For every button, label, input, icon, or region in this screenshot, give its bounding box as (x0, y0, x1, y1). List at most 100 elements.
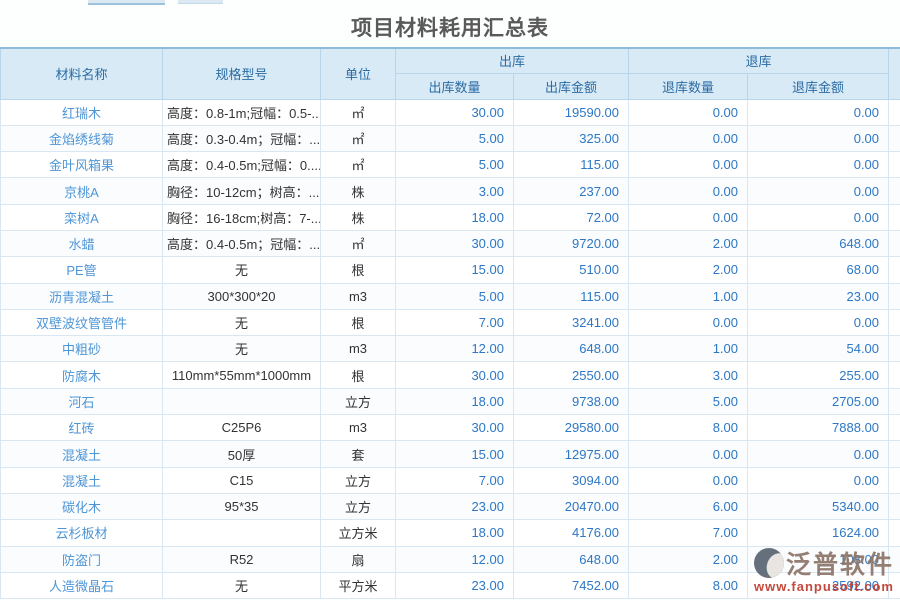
cell-return-amount: 0.00 (748, 441, 889, 467)
cell-outbound-amount: 20470.00 (514, 493, 629, 519)
cell-outbound-amount: 325.00 (514, 125, 629, 151)
cell-spec: 无 (163, 572, 321, 598)
cell-material-name[interactable]: 红砖 (1, 415, 163, 441)
cell-material-name[interactable]: 防盗门 (1, 546, 163, 572)
cell-return-qty: 0.00 (629, 467, 748, 493)
table-row: 水蜡 高度：0.4-0.5m；冠幅：... ㎡ 30.00 9720.00 2.… (1, 230, 900, 256)
cell-edge-spacer (889, 441, 900, 467)
cell-material-name[interactable]: 红瑞木 (1, 99, 163, 125)
cell-return-qty: 0.00 (629, 99, 748, 125)
cell-outbound-amount: 510.00 (514, 257, 629, 283)
cell-return-qty: 2.00 (629, 257, 748, 283)
cell-return-qty: 8.00 (629, 415, 748, 441)
table-body: 红瑞木 高度：0.8-1m;冠幅：0.5-... ㎡ 30.00 19590.0… (1, 99, 900, 599)
cell-material-name[interactable]: 人造微晶石 (1, 572, 163, 598)
col-group-outbound: 出库 (396, 48, 629, 73)
cell-return-qty: 1.00 (629, 336, 748, 362)
cell-spec: C15 (163, 467, 321, 493)
table-header: 材料名称 规格型号 单位 出库 退库 出库数量 出库金额 退库数量 退库金额 (1, 48, 900, 99)
cell-unit: 立方米 (321, 520, 396, 546)
col-header-outbound-qty: 出库数量 (396, 73, 514, 99)
cell-edge-spacer (889, 283, 900, 309)
cell-material-name[interactable]: 河石 (1, 388, 163, 414)
cell-return-qty: 7.00 (629, 520, 748, 546)
cell-unit: 株 (321, 204, 396, 230)
cell-spec: 300*300*20 (163, 283, 321, 309)
col-header-outbound-amount: 出库金额 (514, 73, 629, 99)
cell-unit: ㎡ (321, 125, 396, 151)
cell-material-name[interactable]: 栾树A (1, 204, 163, 230)
cell-edge-spacer (889, 125, 900, 151)
cell-outbound-amount: 237.00 (514, 178, 629, 204)
cell-return-amount: 68.00 (748, 257, 889, 283)
table-row: 红砖 C25P6 m3 30.00 29580.00 8.00 7888.00 (1, 415, 900, 441)
cell-spec: 无 (163, 309, 321, 335)
cell-unit: ㎡ (321, 152, 396, 178)
cell-material-name[interactable]: 水蜡 (1, 230, 163, 256)
cell-material-name[interactable]: 防腐木 (1, 362, 163, 388)
table-row: 沥青混凝土 300*300*20 m3 5.00 115.00 1.00 23.… (1, 283, 900, 309)
table-row: 红瑞木 高度：0.8-1m;冠幅：0.5-... ㎡ 30.00 19590.0… (1, 99, 900, 125)
cell-material-name[interactable]: 金叶风箱果 (1, 152, 163, 178)
cell-edge-spacer (889, 230, 900, 256)
cell-return-amount: 0.00 (748, 125, 889, 151)
cell-unit: 立方 (321, 467, 396, 493)
cell-return-qty: 0.00 (629, 152, 748, 178)
cell-outbound-amount: 648.00 (514, 336, 629, 362)
cell-outbound-qty: 5.00 (396, 283, 514, 309)
cell-edge-spacer (889, 546, 900, 572)
cell-material-name[interactable]: 中粗砂 (1, 336, 163, 362)
cell-edge-spacer (889, 362, 900, 388)
table-row: 混凝土 50厚 套 15.00 12975.00 0.00 0.00 (1, 441, 900, 467)
partial-top-button-1[interactable] (88, 0, 165, 5)
cell-return-qty: 5.00 (629, 388, 748, 414)
col-group-return: 退库 (629, 48, 889, 73)
cell-outbound-amount: 3241.00 (514, 309, 629, 335)
cell-return-amount: 0.00 (748, 152, 889, 178)
cell-outbound-qty: 3.00 (396, 178, 514, 204)
cell-material-name[interactable]: 云杉板材 (1, 520, 163, 546)
cell-outbound-amount: 29580.00 (514, 415, 629, 441)
cell-return-qty: 0.00 (629, 125, 748, 151)
cell-spec: 胸径：16-18cm;树高：7-... (163, 204, 321, 230)
cell-outbound-qty: 15.00 (396, 257, 514, 283)
table-row: 中粗砂 无 m3 12.00 648.00 1.00 54.00 (1, 336, 900, 362)
cell-outbound-amount: 2550.00 (514, 362, 629, 388)
partial-top-button-2[interactable] (178, 0, 223, 4)
cell-outbound-qty: 23.00 (396, 493, 514, 519)
cell-return-qty: 0.00 (629, 204, 748, 230)
cell-return-amount: 54.00 (748, 336, 889, 362)
cell-outbound-amount: 115.00 (514, 283, 629, 309)
cell-material-name[interactable]: 混凝土 (1, 441, 163, 467)
table-row: 京桃A 胸径：10-12cm；树高：... 株 3.00 237.00 0.00… (1, 178, 900, 204)
cell-spec: 无 (163, 257, 321, 283)
cell-material-name[interactable]: 金焰绣线菊 (1, 125, 163, 151)
cell-material-name[interactable]: 碳化木 (1, 493, 163, 519)
cell-outbound-qty: 5.00 (396, 152, 514, 178)
cell-edge-spacer (889, 99, 900, 125)
cell-edge-spacer (889, 493, 900, 519)
cell-outbound-amount: 4176.00 (514, 520, 629, 546)
cell-unit: ㎡ (321, 99, 396, 125)
cell-return-amount: 5340.00 (748, 493, 889, 519)
cell-outbound-amount: 648.00 (514, 546, 629, 572)
cell-material-name[interactable]: PE管 (1, 257, 163, 283)
cell-spec: 胸径：10-12cm；树高：... (163, 178, 321, 204)
cell-outbound-amount: 12975.00 (514, 441, 629, 467)
cell-outbound-qty: 12.00 (396, 546, 514, 572)
cell-material-name[interactable]: 京桃A (1, 178, 163, 204)
cell-return-amount: 0.00 (748, 204, 889, 230)
table-row: 河石 立方 18.00 9738.00 5.00 2705.00 (1, 388, 900, 414)
cell-material-name[interactable]: 混凝土 (1, 467, 163, 493)
cell-unit: m3 (321, 415, 396, 441)
cell-material-name[interactable]: 双壁波纹管管件 (1, 309, 163, 335)
cell-spec (163, 520, 321, 546)
cell-return-qty: 2.00 (629, 230, 748, 256)
cell-edge-spacer (889, 309, 900, 335)
table-row: 碳化木 95*35 立方 23.00 20470.00 6.00 5340.00 (1, 493, 900, 519)
cell-outbound-amount: 9738.00 (514, 388, 629, 414)
cell-return-qty: 1.00 (629, 283, 748, 309)
cell-return-qty: 2.00 (629, 546, 748, 572)
cell-unit: m3 (321, 336, 396, 362)
cell-material-name[interactable]: 沥青混凝土 (1, 283, 163, 309)
